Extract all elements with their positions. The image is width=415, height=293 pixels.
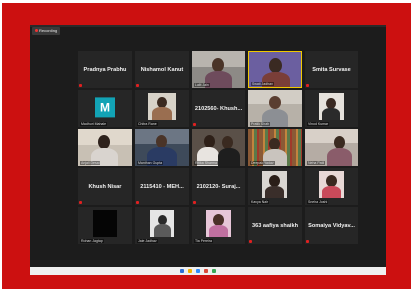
participant-tile[interactable]: Nishamol Kanut — [135, 51, 189, 88]
participant-caption: Anjali Desai — [80, 161, 101, 165]
participant-video[interactable]: Kavya Nair — [248, 168, 302, 205]
person-head — [212, 58, 224, 72]
participant-video[interactable]: Vinod Kumar — [305, 90, 358, 127]
participant-caption: Rohan Jagtap — [80, 239, 104, 243]
participant-video[interactable]: Ritika Sharma — [192, 129, 245, 166]
participant-tile[interactable]: 2102560- Khush... — [192, 90, 245, 127]
recording-indicator[interactable]: Recording — [32, 27, 60, 35]
person-head — [269, 58, 282, 73]
participant-tile[interactable]: M Madhuri Mahale — [78, 90, 132, 127]
participant-name: Somaiya Vidyav... — [308, 222, 355, 229]
participant-caption: Sneha Joshi — [307, 200, 329, 204]
mic-muted-icon — [193, 123, 196, 126]
participant-caption: Pratik Shah — [250, 122, 271, 126]
recording-label: Recording — [39, 28, 58, 33]
participant-video[interactable]: Anjali Desai — [78, 129, 132, 166]
mic-muted-icon — [193, 201, 196, 204]
taskbar — [30, 267, 386, 275]
participant-caption: Manthan Gupta — [137, 161, 164, 165]
participant-tile[interactable]: Smita Survase — [305, 51, 358, 88]
person-body — [265, 186, 284, 198]
participant-caption: Vinod Kumar — [307, 122, 330, 126]
mic-muted-icon — [306, 240, 309, 243]
participant-caption: Kavya Nair — [250, 200, 270, 204]
mic-muted-icon — [136, 84, 139, 87]
participant-name: 363 aafiya shaikh — [251, 222, 299, 229]
video-app-icon[interactable] — [196, 269, 200, 273]
person-body — [152, 107, 172, 120]
participant-name: Nishamol Kanut — [140, 66, 184, 73]
participant-caption: Chitra Rane — [137, 122, 158, 126]
participant-caption: Swati Jadhav — [251, 82, 274, 86]
participant-caption: Madhuri Mahale — [80, 122, 108, 126]
person-body — [327, 148, 352, 166]
person-body — [322, 108, 340, 120]
mic-muted-icon — [249, 240, 252, 243]
video-background — [93, 210, 117, 237]
participant-caption: Ritika Sharma — [194, 161, 218, 165]
person-head — [98, 135, 110, 149]
person-body — [209, 225, 228, 237]
participant-caption: Tia Pereira — [194, 239, 213, 243]
app-icon[interactable] — [180, 269, 184, 273]
participant-video[interactable]: Sneha Joshi — [305, 168, 358, 205]
participant-video[interactable]: Pratik Shah — [248, 90, 302, 127]
record-dot-icon — [35, 29, 38, 33]
participant-name: 2115410 - MEH... — [140, 183, 184, 190]
participant-name: 2102560- Khush... — [194, 105, 243, 112]
participant-video[interactable]: Neha Patil — [305, 129, 358, 166]
participant-caption: Neha Patil — [307, 161, 326, 165]
person-body — [218, 148, 240, 166]
mic-muted-icon — [79, 84, 82, 87]
participant-tile[interactable]: 2115410 - MEH... — [135, 168, 189, 205]
mic-muted-icon — [79, 201, 82, 204]
browser-icon[interactable] — [204, 269, 208, 273]
participant-video[interactable]: Chitra Rane — [135, 90, 189, 127]
participant-video[interactable]: Tia Pereira — [192, 207, 245, 244]
participant-video[interactable]: Manthan Gupta — [135, 129, 189, 166]
participant-caption: Deepak Yadav — [250, 161, 275, 165]
app-icon[interactable] — [212, 269, 216, 273]
person-body — [322, 186, 341, 198]
participant-tile[interactable]: 363 aafiya shaikh — [248, 207, 302, 244]
participant-video[interactable]: Jaie Jadhav — [135, 207, 189, 244]
participant-video[interactable]: Deepak Yadav — [248, 129, 302, 166]
participant-name: Pradnya Prabhu — [83, 66, 127, 73]
avatar: M — [95, 96, 115, 117]
participant-caption: Lalit Jain — [194, 83, 210, 87]
participant-video[interactable]: Rohan Jagtap — [78, 207, 132, 244]
participant-tile[interactable]: Khush Nisar — [78, 168, 132, 205]
participant-caption: Jaie Jadhav — [137, 239, 158, 243]
participant-name: Smita Survase — [312, 66, 351, 73]
person-body — [154, 224, 171, 237]
mic-muted-icon — [306, 84, 309, 87]
folder-icon[interactable] — [188, 269, 192, 273]
person-head — [269, 96, 281, 109]
participant-tile[interactable]: Somaiya Vidyav... — [305, 207, 358, 244]
active-speaker-video[interactable]: Swati Jadhav — [248, 51, 302, 88]
participant-name: Khush Nisar — [88, 183, 122, 190]
participant-video[interactable]: Lalit Jain — [192, 51, 245, 88]
participant-name: 2102120- Suraj... — [196, 183, 241, 190]
participant-tile[interactable]: 2102120- Suraj... — [192, 168, 245, 205]
video-background — [305, 129, 358, 143]
mic-muted-icon — [136, 201, 139, 204]
participant-tile[interactable]: Pradnya Prabhu — [78, 51, 132, 88]
